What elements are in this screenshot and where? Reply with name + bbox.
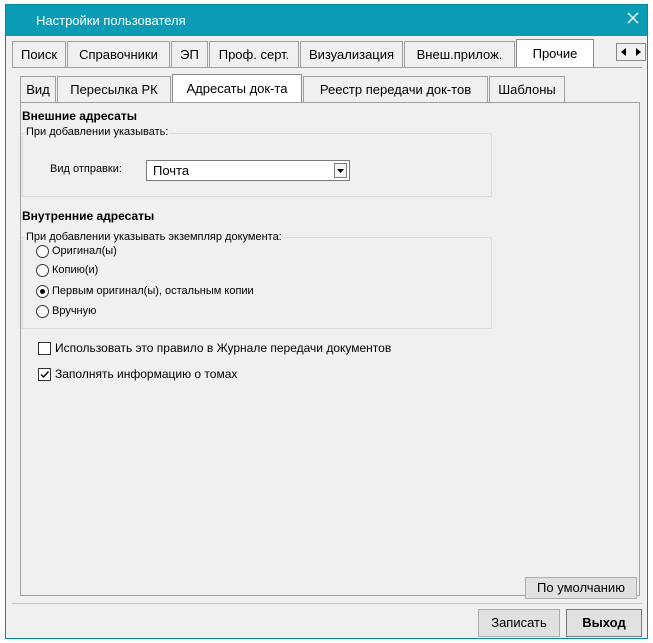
checkbox-fill-volumes-label: Заполнять информацию о томах (55, 367, 238, 381)
checkmark-icon (40, 371, 50, 379)
radio-originals[interactable] (36, 245, 49, 258)
tab-transfer-register[interactable]: Реестр передачи док-тов (303, 76, 488, 102)
chevron-down-icon[interactable] (334, 163, 347, 178)
footer-divider (12, 603, 642, 604)
tab-external-apps[interactable]: Внеш.прилож. (404, 41, 515, 67)
tab-forward-rk[interactable]: Пересылка РК (57, 76, 171, 102)
checkbox-fill-volumes[interactable] (38, 368, 51, 381)
tab-other[interactable]: Прочие (516, 39, 594, 67)
send-type-label: Вид отправки: (50, 163, 122, 175)
tab-ep[interactable]: ЭП (171, 41, 208, 67)
internal-group-label: При добавлении указывать экземпляр докум… (24, 231, 284, 243)
send-type-value: Почта (153, 163, 190, 178)
internal-addressees-title: Внутренние адресаты (22, 209, 155, 223)
checkbox-use-rule-label: Использовать это правило в Журнале перед… (55, 341, 392, 355)
tab-visualization[interactable]: Визуализация (300, 41, 403, 67)
tab-view[interactable]: Вид (20, 76, 56, 102)
close-icon[interactable] (625, 10, 641, 26)
window-title: Настройки пользователя (36, 13, 186, 28)
tab-prof-cert[interactable]: Проф. серт. (209, 41, 299, 67)
tab-directories[interactable]: Справочники (67, 41, 170, 67)
tab-doc-addressees[interactable]: Адресаты док-та (172, 74, 302, 102)
scroll-right-icon[interactable] (631, 44, 645, 60)
defaults-button[interactable]: По умолчанию (525, 577, 637, 599)
radio-first-original[interactable] (36, 285, 49, 298)
tab-templates[interactable]: Шаблоны (489, 76, 565, 102)
radio-copies-label: Копию(и) (52, 264, 99, 276)
settings-window: Настройки пользователя Поиск Справочники… (5, 4, 648, 639)
radio-manual[interactable] (36, 305, 49, 318)
tab-search[interactable]: Поиск (12, 41, 66, 67)
send-type-select[interactable]: Почта (146, 160, 350, 181)
external-addressees-title: Внешние адресаты (22, 109, 137, 123)
radio-originals-label: Оригинал(ы) (52, 245, 117, 257)
external-group-label: При добавлении указывать: (24, 126, 171, 138)
checkbox-use-rule[interactable] (38, 342, 51, 355)
scroll-left-icon[interactable] (617, 44, 631, 60)
radio-manual-label: Вручную (52, 305, 97, 317)
tab-scroll-buttons (616, 43, 646, 61)
exit-button[interactable]: Выход (566, 609, 642, 637)
radio-copies[interactable] (36, 264, 49, 277)
title-bar: Настройки пользователя (6, 5, 647, 36)
save-button[interactable]: Записать (478, 609, 560, 637)
radio-first-original-label: Первым оригинал(ы), остальным копии (52, 285, 254, 297)
